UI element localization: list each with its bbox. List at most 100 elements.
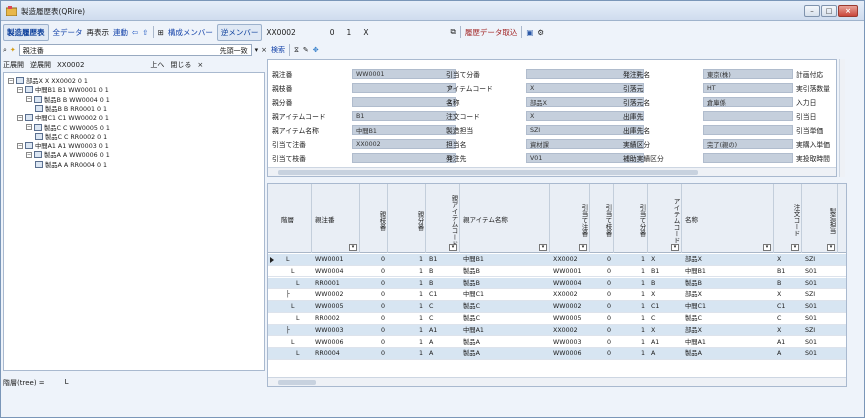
scroll-thumb[interactable]	[278, 380, 316, 385]
collapse-icon[interactable]: −	[26, 151, 32, 158]
column-header[interactable]: 親アイテムコード ▾	[426, 184, 460, 253]
filter-dropdown-icon[interactable]: ▾	[449, 244, 457, 251]
filter-dropdown-icon[interactable]: ▾	[791, 244, 799, 251]
scroll-thumb[interactable]	[278, 170, 698, 175]
collapse-icon[interactable]: −	[17, 114, 23, 121]
column-header[interactable]: 名称 ▾	[682, 184, 774, 253]
field-value[interactable]: 東京(株)	[703, 69, 793, 79]
column-header[interactable]: 注文コード ▾	[774, 184, 802, 253]
column-header[interactable]: 引当て注番 ▾	[550, 184, 590, 253]
filter-dropdown-icon[interactable]: ▾	[827, 244, 835, 251]
filter-icon[interactable]: ⧖	[294, 46, 299, 55]
clear-icon[interactable]: ×	[261, 46, 267, 54]
table-row[interactable]: L WW0006 0 1 A 製品A WW0003 0 1 A1 中間A1 A1 S01	[268, 337, 846, 349]
move-icon[interactable]: ✥	[313, 46, 319, 54]
collapse-icon[interactable]: −	[26, 96, 32, 103]
tree-node[interactable]: − 中間B1 B1 WW0001 0 1	[17, 85, 109, 94]
up-button[interactable]: 上へ	[150, 60, 164, 70]
maximize-button[interactable]: □	[821, 5, 837, 17]
settings-icon[interactable]: ⚙	[537, 28, 544, 37]
column-header[interactable]: 親枝番	[360, 184, 388, 253]
collapse-icon[interactable]: −	[26, 124, 32, 130]
reverse-expand-button[interactable]: 逆展開	[30, 60, 51, 70]
save-icon[interactable]: ▣	[526, 28, 533, 37]
field-value[interactable]	[703, 153, 793, 163]
close-tree-button[interactable]: 閉じる	[170, 60, 191, 70]
search-button[interactable]: 検索	[271, 45, 285, 55]
collapse-icon[interactable]: −	[17, 142, 23, 149]
components-button[interactable]: 構成メンバー	[168, 27, 213, 38]
filter-dropdown-icon[interactable]: ▾	[763, 244, 771, 251]
field-value[interactable]: 完了(親の)	[703, 139, 793, 149]
code-field[interactable]: XX0002	[266, 28, 295, 37]
search-input[interactable]: 親注番 先頭一致	[18, 44, 252, 56]
table-row[interactable]: L WW0005 0 1 C 製品C WW0002 0 1 C1 中間C1 C1 S01	[268, 301, 846, 313]
field-value[interactable]: 0	[352, 153, 456, 163]
structure-icon[interactable]: ⊞	[158, 28, 164, 37]
main-tab[interactable]: 製造履歴表	[3, 23, 49, 41]
star-icon[interactable]: ✦	[10, 46, 16, 54]
table-row[interactable]: L RR0001 0 1 B 製品B WW0004 0 1 B 製品B B S01	[268, 277, 846, 290]
history-import-button[interactable]: 履歴データ取込	[465, 27, 518, 38]
filter-dropdown-icon[interactable]: ▾	[349, 244, 357, 251]
column-header[interactable]: アイテムコード ▾	[648, 184, 682, 253]
table-row[interactable]: ├ WW0002 0 1 C1 中間C1 XX0002 0 1 X 部品X X SZI	[268, 289, 846, 301]
collapse-icon[interactable]: −	[8, 77, 14, 84]
num2-field[interactable]: 1	[347, 28, 352, 37]
binoculars-icon[interactable]: ⌕	[3, 46, 7, 55]
back-arrow-icon[interactable]: ⇦	[132, 28, 138, 37]
tree-node[interactable]: 製品B B RR0001 0 1	[35, 104, 107, 113]
detail-hscrollbar[interactable]	[268, 167, 836, 176]
link-button[interactable]: 連動	[113, 27, 128, 38]
comment-icon[interactable]: ✎	[303, 46, 309, 54]
tree-node[interactable]: − 製品B B WW0004 0 1	[26, 95, 110, 104]
filter-dropdown-icon[interactable]: ▾	[579, 244, 587, 251]
table-row[interactable]: L RR0002 0 1 C 製品C WW0005 0 1 C 製品C C S01	[268, 313, 846, 325]
grid-hscrollbar[interactable]	[268, 377, 846, 386]
column-header[interactable]: 親注番 ▾	[312, 184, 360, 253]
minimize-button[interactable]: –	[804, 5, 820, 17]
column-header[interactable]: 親分番	[388, 184, 426, 253]
field-value[interactable]: 1	[352, 97, 456, 107]
detail-vscrollbar[interactable]	[839, 59, 845, 177]
tree-node[interactable]: − 部品X X XX0002 0 1	[8, 76, 88, 85]
filter-dropdown-icon[interactable]: ▾	[539, 244, 547, 251]
num1-field[interactable]: 0	[330, 28, 335, 37]
field-value[interactable]: XX0002	[352, 139, 456, 149]
field-value[interactable]: WW0001	[352, 69, 456, 79]
up-arrow-icon[interactable]: ⇧	[142, 28, 148, 37]
redisplay-button[interactable]: 再表示	[87, 27, 110, 38]
pin-icon[interactable]: ×	[197, 61, 203, 69]
table-row[interactable]: ├ WW0003 0 1 A1 中間A1 XX0002 0 1 X 部品X X SZI	[268, 324, 846, 337]
tree-node[interactable]: 製品A A RR0004 0 1	[35, 160, 107, 169]
copy-icon[interactable]: ⧉	[450, 27, 455, 37]
tree-node[interactable]: − 製品C C WW0005 0 1	[26, 123, 110, 132]
table-row[interactable]: L RR0004 0 1 A 製品A WW0006 0 1 A 製品A A S01	[268, 348, 846, 360]
search-mode[interactable]: 先頭一致	[220, 46, 248, 55]
field-value[interactable]: HT	[703, 83, 793, 93]
column-header[interactable]: 引当て分番	[614, 184, 648, 253]
field-value[interactable]: B1	[352, 111, 456, 121]
column-header[interactable]: 親アイテム名称 ▾	[460, 184, 550, 253]
field-value[interactable]	[703, 111, 793, 121]
reverse-components-button[interactable]: 逆メンバー	[216, 23, 263, 41]
collapse-icon[interactable]: −	[17, 86, 23, 93]
column-header[interactable]: 製造担当 ▾	[802, 184, 838, 253]
field-value[interactable]: 倉庫係	[703, 97, 793, 107]
all-data-button[interactable]: 全データ	[53, 27, 83, 38]
tree-node[interactable]: − 中間C1 C1 WW0002 0 1	[17, 113, 109, 122]
close-button[interactable]: ×	[838, 5, 858, 17]
x-field[interactable]: X	[363, 28, 368, 37]
tree-node[interactable]: − 製品A A WW0006 0 1	[26, 150, 110, 159]
column-header[interactable]: 階層	[278, 184, 312, 253]
field-value[interactable]	[703, 125, 793, 135]
component-tree[interactable]: − 部品X X XX0002 0 1− 中間B1 B1 WW0001 0 1− 製品B…	[3, 72, 265, 371]
dropdown-icon[interactable]: ▾	[255, 46, 259, 54]
tree-node[interactable]: 製品C C RR0002 0 1	[35, 132, 107, 141]
table-row[interactable]: L WW0001 0 1 B1 中間B1 XX0002 0 1 X 部品X X SZI	[268, 254, 846, 266]
filter-dropdown-icon[interactable]: ▾	[671, 244, 679, 251]
table-row[interactable]: L WW0004 0 1 B 製品B WW0001 0 1 B1 中間B1 B1 S01	[268, 266, 846, 278]
field-value[interactable]: 0	[352, 83, 456, 93]
column-header[interactable]: 引当て枝番	[590, 184, 614, 253]
field-value[interactable]: 中間B1	[352, 125, 456, 135]
